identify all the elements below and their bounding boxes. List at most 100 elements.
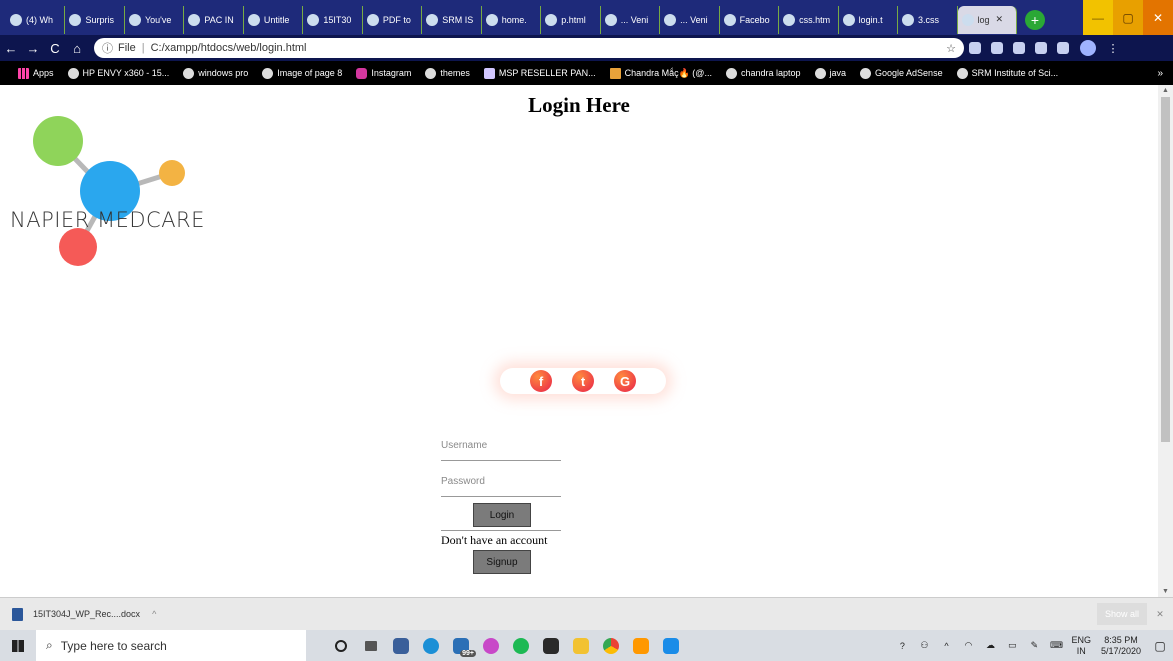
page-scrollbar[interactable]: ▲ ▼ — [1158, 85, 1173, 597]
bookmark-item[interactable]: HP ENVY x360 - 15... — [67, 67, 169, 79]
bookmark-item[interactable]: SRM Institute of Sci... — [956, 67, 1059, 79]
scroll-up-arrow-icon[interactable]: ▲ — [1158, 87, 1173, 94]
tab-label: SRM IS — [442, 14, 474, 25]
twitter-icon[interactable]: t — [572, 370, 594, 392]
browser-tab[interactable]: login.t — [839, 5, 899, 34]
browser-tab[interactable]: css.htm — [779, 5, 839, 34]
info-icon[interactable]: ⓘ — [102, 40, 113, 56]
search-icon: ⌕ — [46, 638, 53, 652]
bookmark-star-icon[interactable]: ☆ — [946, 42, 956, 55]
show-hidden-icons-chevron-icon[interactable]: ^ — [935, 641, 957, 651]
new-tab-button[interactable]: + — [1025, 9, 1045, 30]
browser-tab[interactable]: 3.css — [898, 5, 958, 34]
task-view-icon[interactable] — [356, 630, 386, 661]
show-all-button[interactable]: Show all — [1097, 603, 1147, 625]
edge-icon[interactable] — [416, 630, 446, 661]
browser-tab[interactable]: ... Veni — [601, 5, 661, 34]
google-icon[interactable]: G — [614, 370, 636, 392]
username-input[interactable] — [441, 431, 561, 461]
bookmark-item[interactable]: themes — [425, 67, 470, 79]
scroll-down-arrow-icon[interactable]: ▼ — [1158, 588, 1173, 595]
bookmarks-overflow-button[interactable]: » — [1157, 68, 1163, 79]
people-icon[interactable]: ⚇ — [913, 640, 935, 651]
spotify-icon[interactable] — [506, 630, 536, 661]
back-button[interactable]: ← — [0, 41, 22, 56]
browser-tab[interactable]: Facebo — [720, 5, 780, 34]
system-tray: ? ⚇ ^ ◠ ☁ ▭ ✎ ⌨ ENG IN 8:35 PM 5/17/2020… — [891, 635, 1173, 657]
extension-icon[interactable] — [1008, 37, 1030, 59]
scrollbar-thumb[interactable] — [1161, 97, 1170, 442]
maximize-button[interactable]: ▢ — [1113, 0, 1143, 35]
close-download-bar-icon[interactable]: ✕ — [1147, 609, 1173, 620]
menu-kebab-icon[interactable]: ⋮ — [1102, 37, 1124, 59]
pen-icon[interactable]: ✎ — [1023, 640, 1045, 651]
tab-label: You've — [144, 14, 172, 25]
browser-tab[interactable]: Surpris — [65, 5, 125, 34]
bookmark-label: SRM Institute of Sci... — [971, 68, 1059, 78]
download-options-chevron-icon[interactable]: ^ — [152, 609, 156, 619]
profile-avatar[interactable] — [1080, 40, 1096, 56]
taskbar-apps: 99+ — [326, 630, 686, 661]
bookmark-item[interactable]: chandra laptop — [725, 67, 801, 79]
music-icon[interactable] — [476, 630, 506, 661]
chrome-icon[interactable] — [596, 630, 626, 661]
tab-label: p.html — [561, 14, 586, 25]
browser-tab[interactable]: log ✕ — [957, 5, 1017, 34]
cortana-icon[interactable] — [326, 630, 356, 661]
store-icon[interactable] — [536, 630, 566, 661]
login-button[interactable]: Login — [473, 503, 531, 527]
clock[interactable]: 8:35 PM 5/17/2020 — [1101, 635, 1141, 657]
onedrive-icon[interactable]: 99+ — [446, 630, 476, 661]
address-bar[interactable]: ⓘ File | C:/xampp/htdocs/web/login.html … — [94, 38, 964, 58]
help-icon[interactable]: ? — [891, 641, 913, 651]
extension-icon[interactable] — [964, 37, 986, 59]
extension-icon[interactable] — [1052, 37, 1074, 59]
tab-favicon-icon — [604, 13, 617, 26]
reload-button[interactable]: C — [44, 41, 66, 56]
browser-tab[interactable]: (4) Wh — [6, 5, 66, 34]
download-item[interactable]: 15IT304J_WP_Rec....docx ^ — [12, 607, 156, 621]
network-icon[interactable]: ◠ — [957, 640, 979, 651]
browser-tab[interactable]: PDF to — [363, 5, 423, 34]
bookmark-item[interactable]: Instagram — [356, 67, 411, 79]
bookmark-item[interactable]: java — [814, 67, 847, 79]
browser-tab[interactable]: SRM IS — [422, 5, 482, 34]
browser-tab[interactable]: PAC IN — [184, 5, 244, 34]
battery-icon[interactable]: ▭ — [1001, 640, 1023, 651]
extension-icon[interactable] — [986, 37, 1008, 59]
extension-icon[interactable] — [1030, 37, 1052, 59]
password-input[interactable] — [441, 467, 561, 497]
globe-icon — [814, 67, 826, 79]
facebook-icon[interactable]: f — [530, 370, 552, 392]
home-button[interactable]: ⌂ — [66, 41, 88, 56]
browser-tab[interactable]: home. — [482, 5, 542, 34]
bookmark-label: java — [829, 68, 847, 78]
cloud-icon[interactable]: ☁ — [979, 640, 1001, 651]
minimize-button[interactable]: — — [1083, 0, 1113, 35]
bookmark-item[interactable]: windows pro — [183, 67, 248, 79]
bookmark-label: Apps — [33, 68, 54, 78]
bookmark-item[interactable]: MSP RESELLER PAN... — [483, 67, 596, 79]
start-button[interactable] — [0, 630, 36, 661]
browser-tab[interactable]: Untitle — [244, 5, 304, 34]
taskbar-search-box[interactable]: ⌕ Type here to search — [36, 630, 306, 661]
keyboard-icon[interactable]: ⌨ — [1045, 640, 1067, 651]
file-explorer-icon[interactable] — [566, 630, 596, 661]
signup-button[interactable]: Signup — [473, 550, 531, 574]
notifications-icon[interactable]: ▢ — [1147, 639, 1173, 653]
bookmark-item[interactable]: Google AdSense — [860, 67, 943, 79]
browser-tab[interactable]: ... Veni — [660, 5, 720, 34]
close-tab-icon[interactable]: ✕ — [996, 14, 1004, 25]
close-window-button[interactable]: ✕ — [1143, 0, 1173, 35]
app-icon[interactable] — [656, 630, 686, 661]
bookmark-item[interactable]: Apps — [18, 67, 54, 79]
language-indicator[interactable]: ENG IN — [1071, 635, 1091, 657]
app-icon[interactable] — [386, 630, 416, 661]
forward-button[interactable]: → — [22, 41, 44, 56]
browser-tab[interactable]: 15IT30 — [303, 5, 363, 34]
sublime-text-icon[interactable] — [626, 630, 656, 661]
bookmark-item[interactable]: Image of page 8 — [262, 67, 342, 79]
browser-tab[interactable]: You've — [125, 5, 185, 34]
browser-tab[interactable]: p.html — [541, 5, 601, 34]
bookmark-item[interactable]: Chandra Mắç🔥 (@... — [609, 67, 712, 79]
